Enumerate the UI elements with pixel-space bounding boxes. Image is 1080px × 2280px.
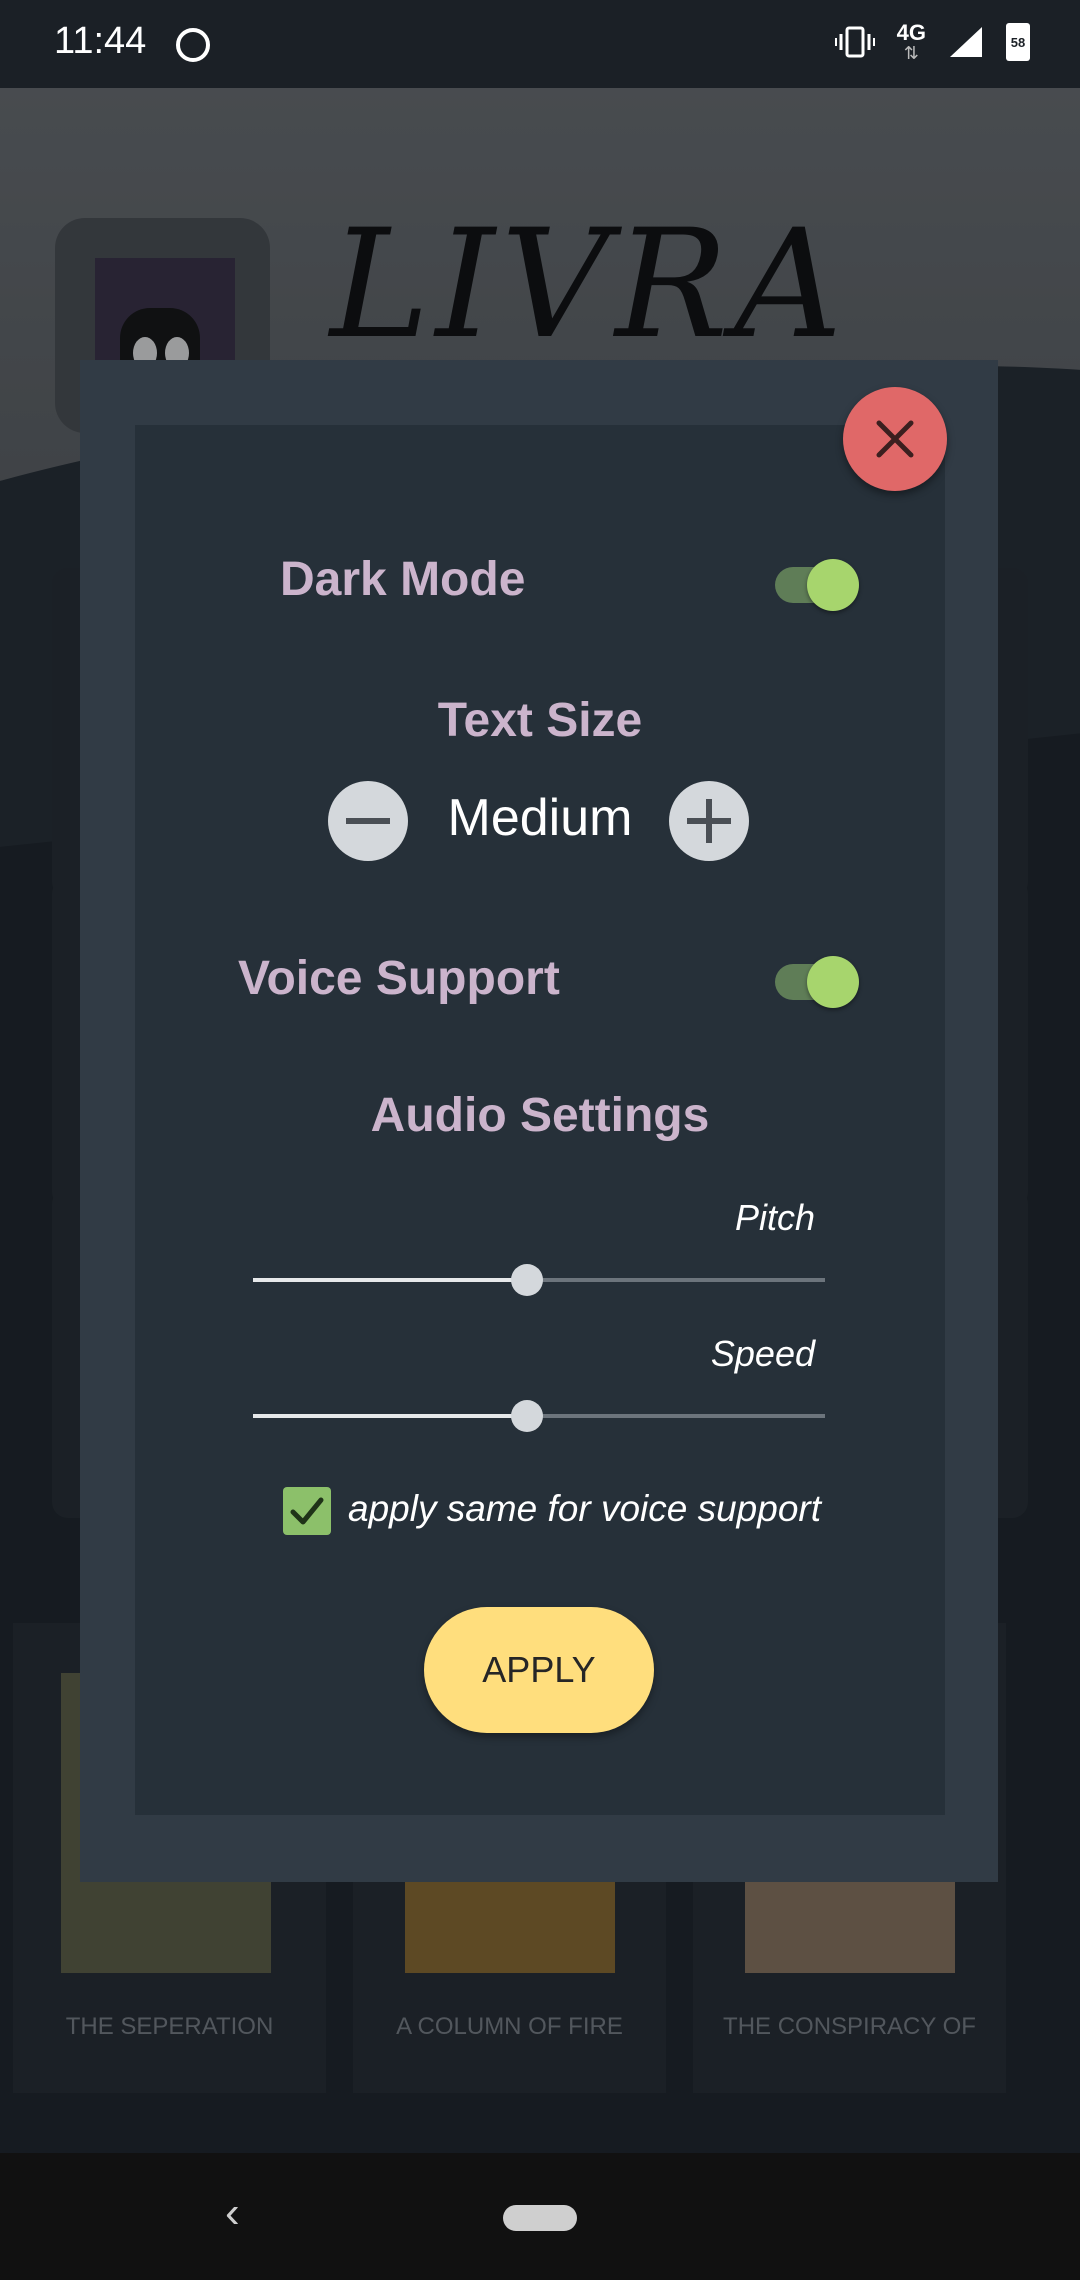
speed-label: Speed — [710, 1333, 815, 1374]
slider-track-active — [253, 1278, 527, 1282]
voice-support-label: Voice Support — [238, 952, 560, 1005]
back-icon[interactable]: ‹ — [225, 2188, 240, 2238]
close-icon — [876, 420, 914, 458]
apply-same-checkbox[interactable] — [283, 1487, 331, 1535]
audio-settings-label: Audio Settings — [370, 1089, 710, 1142]
voice-support-toggle[interactable] — [775, 952, 865, 1012]
dark-mode-label: Dark Mode — [280, 553, 526, 606]
apply-same-label: apply same for voice support — [348, 1488, 822, 1529]
home-pill[interactable] — [503, 2205, 577, 2231]
status-icons: 4G ⇅ 58 — [834, 20, 1030, 63]
network-indicator: 4G ⇅ — [896, 20, 926, 63]
dark-mode-toggle[interactable] — [775, 555, 865, 615]
app-notification-icon — [176, 28, 210, 62]
speed-slider[interactable] — [253, 1396, 825, 1436]
battery-level: 58 — [1010, 34, 1026, 50]
increase-text-size-button[interactable] — [669, 781, 749, 861]
status-bar: 11:44 4G ⇅ 58 — [0, 0, 1080, 88]
apply-button[interactable]: APPLY — [424, 1607, 654, 1733]
signal-icon — [950, 27, 982, 57]
text-size-value: Medium — [447, 789, 633, 847]
checkmark-icon — [290, 1497, 324, 1525]
battery-icon: 58 — [1006, 23, 1030, 61]
slider-track-rest — [527, 1414, 825, 1418]
slider-thumb[interactable] — [511, 1264, 543, 1296]
toggle-knob — [807, 956, 859, 1008]
plus-icon — [687, 799, 731, 843]
slider-track-active — [253, 1414, 527, 1418]
pitch-slider[interactable] — [253, 1260, 825, 1300]
toggle-knob — [807, 559, 859, 611]
vibrate-icon — [834, 26, 875, 58]
text-size-label: Text Size — [437, 694, 643, 747]
slider-track-rest — [527, 1278, 825, 1282]
slider-thumb[interactable] — [511, 1400, 543, 1432]
pitch-label: Pitch — [734, 1197, 815, 1238]
status-time: 11:44 — [54, 20, 147, 62]
network-label: 4G — [896, 20, 926, 45]
data-arrows-icon: ⇅ — [903, 43, 919, 63]
close-button[interactable] — [843, 387, 947, 491]
